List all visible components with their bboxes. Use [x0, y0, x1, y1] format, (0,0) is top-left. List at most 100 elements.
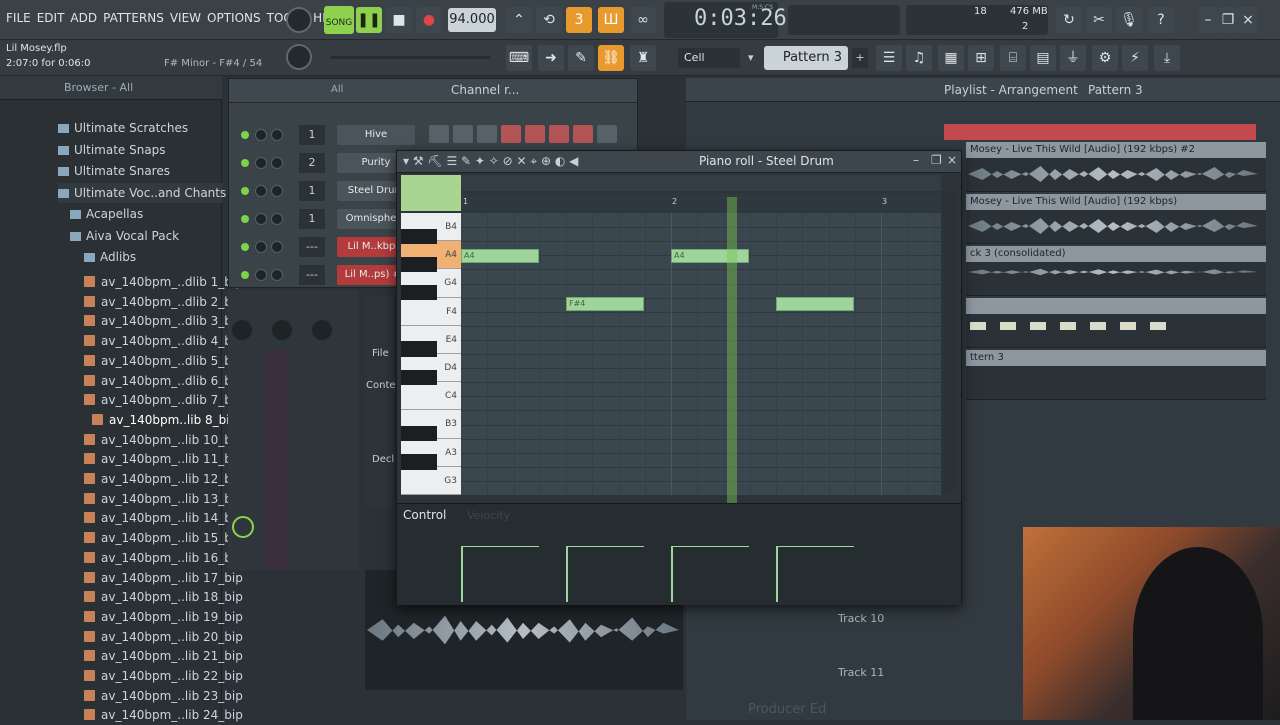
- channel-rack-icon[interactable]: ▦: [938, 45, 964, 71]
- midi-note[interactable]: [776, 297, 854, 312]
- menu-options[interactable]: OPTIONS: [207, 11, 261, 25]
- velocity-bar[interactable]: [776, 546, 778, 602]
- playlist-icon[interactable]: ☰: [876, 45, 902, 71]
- browser-file[interactable]: av_140bpm_..lib 15_bip: [84, 528, 243, 548]
- channel-mixer-track[interactable]: ---: [299, 237, 325, 257]
- volume-knob[interactable]: [271, 269, 283, 281]
- piano-keyboard[interactable]: B4 A4 G4 F4 E4 D4 C4 B3 A3 G3: [401, 213, 461, 495]
- restore-icon[interactable]: ❐: [931, 153, 942, 167]
- control-label[interactable]: Control: [403, 508, 446, 522]
- add-pattern-button[interactable]: +: [852, 48, 868, 68]
- plugin-database-icon[interactable]: ▤: [1030, 45, 1056, 71]
- close-icon[interactable]: ×: [1238, 7, 1258, 33]
- piano-black-key[interactable]: [401, 425, 437, 442]
- step-button[interactable]: [549, 125, 569, 143]
- step-button[interactable]: [453, 125, 473, 143]
- browser-file[interactable]: av_140bpm_..lib 17_bip: [84, 568, 243, 588]
- master-volume-knob[interactable]: [286, 7, 312, 33]
- playlist-track[interactable]: Mosey - Live This Wild [Audio] (192 kbps…: [966, 142, 1266, 192]
- loop-record-icon[interactable]: ∞: [630, 7, 656, 33]
- browser-file[interactable]: av_140bpm_..lib 14_bip: [84, 508, 243, 528]
- browser-file[interactable]: av_140bpm_..dlib 6_bip: [84, 371, 243, 391]
- piano-roll-titlebar[interactable]: ▾ ⚒ ⛏ ☰ ✎ ✦ ✧ ⊘ ✕ ⌖ ⊕ ◐ ◀ Piano roll - S…: [397, 151, 961, 173]
- playlist-pattern[interactable]: Pattern 3: [1088, 83, 1143, 97]
- browser-file[interactable]: av_140bpm_..lib 20_bip: [84, 627, 243, 647]
- browser-file[interactable]: av_140bpm_..lib 16_bip: [84, 548, 243, 568]
- browser-file[interactable]: av_140bpm_..lib 12_bip: [84, 469, 243, 489]
- channel-row[interactable]: 1 Hive: [237, 125, 629, 147]
- countdown-icon[interactable]: 3: [566, 7, 592, 33]
- pattern-block[interactable]: [1120, 322, 1136, 330]
- piano-black-key[interactable]: [401, 369, 437, 385]
- menu-patterns[interactable]: PATTERNS: [103, 11, 164, 25]
- clip-label[interactable]: [966, 298, 1266, 314]
- piano-black-key[interactable]: [401, 228, 437, 244]
- pattern-dropdown-icon[interactable]: ▾: [748, 48, 762, 68]
- time-display-panel[interactable]: 0:03:26 M:S:CS: [664, 2, 787, 38]
- clip-label[interactable]: ck 3 (consolidated): [966, 246, 1266, 262]
- pitch-knob[interactable]: [286, 44, 312, 70]
- piano-roll-timeline[interactable]: 1 2 3: [461, 193, 941, 213]
- channel-filter[interactable]: All: [331, 84, 343, 95]
- channel-led[interactable]: [241, 187, 249, 195]
- channel-led[interactable]: [241, 215, 249, 223]
- step-button[interactable]: [573, 125, 593, 143]
- vertical-scrollbar[interactable]: [943, 193, 957, 493]
- piano-key-g3[interactable]: G3: [401, 466, 461, 495]
- pattern-block[interactable]: [1150, 322, 1166, 330]
- step-button[interactable]: [501, 125, 521, 143]
- velocity-bar[interactable]: [566, 546, 568, 602]
- channel-led[interactable]: [241, 131, 249, 139]
- wait-icon[interactable]: ⟲: [536, 7, 562, 33]
- record-icon[interactable]: ●: [416, 7, 442, 33]
- close-icon[interactable]: ×: [947, 153, 957, 167]
- browser-file[interactable]: av_140bpm_..lib 24_bip: [84, 705, 243, 725]
- browser-file[interactable]: av_140bpm_..lib 18_bip: [84, 587, 243, 607]
- velocity-handle[interactable]: [671, 546, 749, 547]
- velocity-handle[interactable]: [566, 546, 644, 547]
- piano-black-key[interactable]: [401, 256, 437, 273]
- volume-knob[interactable]: [271, 157, 283, 169]
- metronome-icon[interactable]: ⌃: [506, 7, 532, 33]
- minimize-icon[interactable]: –: [913, 153, 919, 167]
- mixer-icon[interactable]: ⊞: [968, 45, 994, 71]
- plugin-icon[interactable]: ⏚: [1060, 45, 1086, 71]
- mixer-channel-strip[interactable]: [264, 350, 288, 570]
- step-button[interactable]: [429, 125, 449, 143]
- download-icon[interactable]: ⤓: [1154, 45, 1180, 71]
- channel-name-button[interactable]: Hive: [337, 125, 415, 145]
- step-button[interactable]: [477, 125, 497, 143]
- channel-led[interactable]: [241, 243, 249, 251]
- piano-roll-zoom-area[interactable]: [401, 175, 461, 211]
- browser-folder[interactable]: Aiva Vocal Pack: [70, 226, 179, 246]
- piano-black-key[interactable]: [401, 284, 437, 301]
- channel-led[interactable]: [241, 271, 249, 279]
- channel-led[interactable]: [241, 159, 249, 167]
- channel-mixer-track[interactable]: 1: [299, 181, 325, 201]
- browser-file[interactable]: av_140bpm_..dlib 1_bip: [84, 272, 243, 292]
- project-browser-icon[interactable]: ⌸: [1000, 45, 1026, 71]
- link-icon[interactable]: ⛓: [598, 45, 624, 71]
- browser-file[interactable]: av_140bpm_..dlib 5_bip: [84, 351, 243, 371]
- browser-folder[interactable]: Ultimate Scratches: [58, 118, 188, 138]
- arrow-right-icon[interactable]: ➜: [538, 45, 564, 71]
- mixer-knob[interactable]: [272, 320, 292, 340]
- menu-edit[interactable]: EDIT: [37, 11, 65, 25]
- pencil-icon[interactable]: ✎: [568, 45, 594, 71]
- pattern-block[interactable]: [1000, 322, 1016, 330]
- browser-file[interactable]: av_140bpm..lib 8_bip: [92, 410, 237, 430]
- browser-file[interactable]: av_140bpm_..dlib 4_bip: [84, 331, 243, 351]
- volume-knob[interactable]: [271, 213, 283, 225]
- velocity-handle[interactable]: [776, 546, 854, 547]
- browser-folder[interactable]: Ultimate Snaps: [58, 140, 166, 160]
- piano-black-key[interactable]: [401, 454, 437, 470]
- tempo-display[interactable]: 94.000: [448, 8, 496, 32]
- mixer-knob[interactable]: [232, 320, 252, 340]
- browser-file[interactable]: av_140bpm_..lib 23_bip: [84, 686, 243, 706]
- browser-folder[interactable]: Ultimate Voc..and Chants: [58, 183, 226, 203]
- piano-key-f4[interactable]: F4: [401, 297, 461, 326]
- browser-file[interactable]: av_140bpm_..lib 21_bip: [84, 646, 243, 666]
- stop-icon[interactable]: ■: [386, 7, 412, 33]
- channel-mixer-track[interactable]: 2: [299, 153, 325, 173]
- clip-label[interactable]: Mosey - Live This Wild [Audio] (192 kbps…: [966, 142, 1266, 158]
